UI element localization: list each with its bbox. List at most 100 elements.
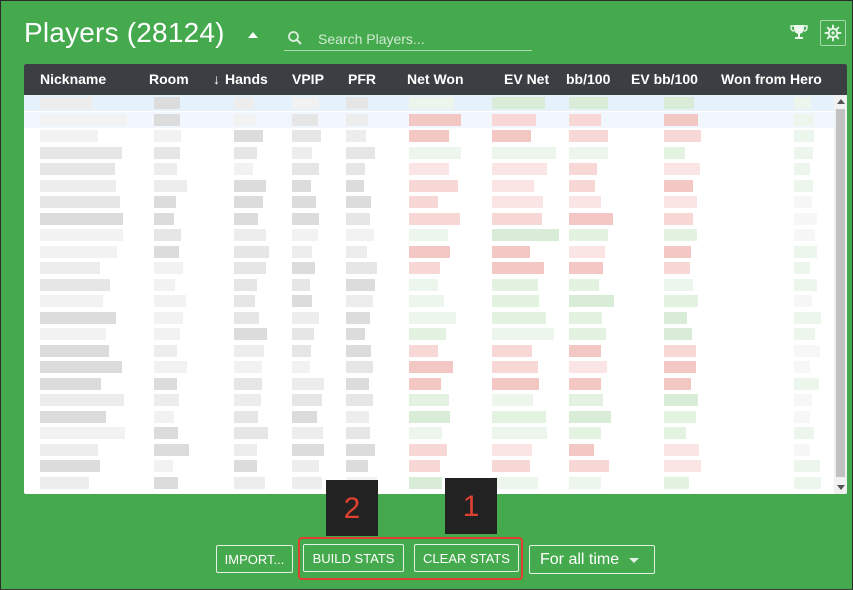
vertical-scrollbar[interactable] (834, 95, 847, 494)
column-header-nickname[interactable]: Nickname (40, 71, 106, 87)
table-cell (492, 476, 538, 489)
table-cell (569, 377, 601, 390)
table-cell (409, 410, 450, 423)
table-cell (794, 97, 811, 109)
table-cell (154, 377, 177, 390)
table-row[interactable] (24, 409, 834, 425)
table-row[interactable] (24, 244, 834, 260)
title-caret-icon[interactable] (248, 32, 258, 38)
table-row[interactable] (24, 178, 834, 194)
table-cell (569, 295, 614, 307)
table-row[interactable] (24, 128, 834, 144)
search-input[interactable] (316, 28, 530, 50)
table-cell (409, 163, 449, 175)
table-cell (234, 113, 256, 126)
table-row[interactable] (24, 310, 834, 326)
table-row[interactable] (24, 442, 834, 458)
table-cell (346, 245, 367, 258)
table-row[interactable] (24, 194, 834, 210)
table-body (24, 95, 834, 494)
table-cell (40, 361, 122, 373)
table-row[interactable] (24, 425, 834, 441)
table-row[interactable] (24, 211, 834, 227)
table-cell (234, 443, 257, 456)
table-cell (794, 394, 812, 406)
table-cell (292, 163, 319, 175)
table-cell (569, 229, 608, 241)
trophy-icon[interactable] (790, 23, 808, 41)
table-row[interactable] (24, 111, 834, 128)
table-cell (664, 130, 701, 142)
table-cell (346, 460, 368, 472)
column-header-vpip[interactable]: VPIP (292, 71, 324, 87)
table-cell (794, 377, 819, 390)
table-cell (794, 311, 821, 324)
table-cell (154, 146, 180, 159)
table-row[interactable] (24, 359, 834, 375)
table-cell (569, 311, 602, 324)
column-header-ev-bb100[interactable]: EV bb/100 (631, 71, 698, 87)
table-row[interactable] (24, 392, 834, 408)
table-cell (292, 410, 317, 423)
clear-stats-button[interactable]: CLEAR STATS (414, 544, 519, 572)
table-cell (40, 212, 123, 225)
scroll-down-icon[interactable] (837, 485, 845, 490)
chevron-down-icon (629, 558, 639, 563)
table-cell (154, 476, 178, 489)
import-button[interactable]: IMPORT... (216, 545, 293, 573)
table-cell (492, 196, 543, 208)
scroll-up-icon[interactable] (837, 99, 845, 104)
table-row[interactable] (24, 458, 834, 474)
table-cell (234, 196, 263, 208)
table-cell (346, 113, 368, 126)
table-cell (292, 460, 319, 472)
table-row[interactable] (24, 293, 834, 309)
table-row[interactable] (24, 95, 834, 111)
table-cell (569, 443, 594, 456)
table-row[interactable] (24, 343, 834, 359)
table-row[interactable] (24, 227, 834, 243)
column-header-pfr[interactable]: PFR (348, 71, 376, 87)
table-cell (292, 245, 312, 258)
table-cell (292, 146, 312, 159)
column-header-room[interactable]: Room (149, 71, 189, 87)
table-cell (154, 344, 177, 357)
table-cell (664, 394, 698, 406)
table-cell (292, 262, 315, 274)
table-cell (492, 229, 559, 241)
column-header-net-won[interactable]: Net Won (407, 71, 464, 87)
players-table: Nickname Room ↓ Hands VPIP PFR Net Won EV… (24, 64, 847, 494)
table-cell (234, 212, 258, 225)
table-cell (794, 245, 817, 258)
table-row[interactable] (24, 475, 834, 491)
build-stats-button[interactable]: BUILD STATS (303, 544, 404, 572)
column-header-won-from-hero[interactable]: Won from Hero (721, 71, 822, 87)
table-cell (346, 130, 366, 142)
table-row[interactable] (24, 326, 834, 342)
table-row[interactable] (24, 277, 834, 293)
table-cell (40, 377, 101, 390)
table-row[interactable] (24, 145, 834, 161)
table-cell (234, 262, 266, 274)
settings-button[interactable] (820, 20, 846, 46)
table-cell (346, 410, 369, 423)
search-box (284, 26, 532, 51)
period-select[interactable]: For all time (529, 545, 655, 574)
table-cell (346, 328, 365, 340)
table-cell (409, 179, 458, 192)
table-cell (569, 146, 608, 159)
table-cell (154, 113, 180, 126)
table-row[interactable] (24, 161, 834, 177)
column-header-hands[interactable]: ↓ Hands (213, 71, 268, 87)
table-cell (154, 163, 177, 175)
scroll-thumb[interactable] (836, 109, 845, 477)
table-row[interactable] (24, 376, 834, 392)
table-row[interactable] (24, 260, 834, 276)
table-cell (664, 196, 697, 208)
table-cell (40, 146, 122, 159)
table-cell (154, 130, 181, 142)
table-cell (664, 295, 698, 307)
column-header-bb100[interactable]: bb/100 (566, 71, 610, 87)
column-header-ev-net[interactable]: EV Net (504, 71, 549, 87)
table-cell (409, 476, 442, 489)
